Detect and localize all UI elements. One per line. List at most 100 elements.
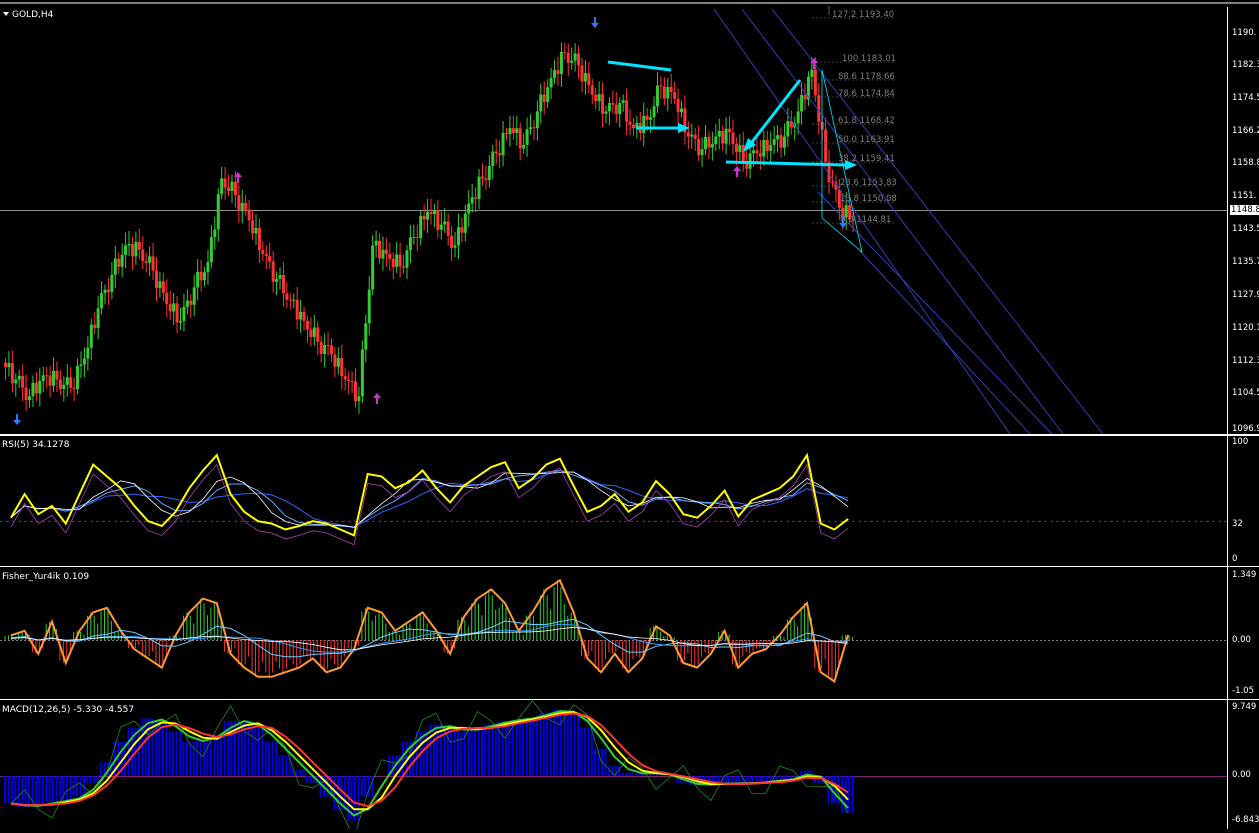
candle-body	[206, 262, 210, 273]
candle-body	[621, 100, 625, 104]
candle-body	[515, 128, 519, 134]
candle-body	[278, 275, 282, 279]
candle-body	[443, 221, 447, 225]
candle-body	[93, 324, 97, 328]
candle-body	[419, 215, 423, 239]
candle-body	[295, 299, 299, 320]
fib-level-label: 38.2 1159.41	[838, 154, 895, 164]
candle-body	[470, 197, 474, 204]
rsi-axis-level: 32	[1232, 519, 1243, 529]
fractal-down-arrow-icon	[373, 393, 381, 404]
candle-body	[285, 293, 289, 300]
candle-body	[480, 176, 484, 179]
cyan-line-top	[607, 60, 672, 72]
candle-body	[601, 94, 605, 114]
candle-body	[590, 85, 594, 95]
candle-body	[439, 224, 443, 230]
candle-body	[535, 111, 539, 129]
candle-body	[721, 130, 725, 144]
dropdown-triangle-icon[interactable]	[3, 12, 9, 16]
candle-body	[151, 256, 155, 271]
candle-body	[319, 341, 323, 355]
candle-body	[192, 287, 196, 305]
candle-body	[662, 86, 666, 99]
candle-body	[240, 203, 244, 211]
candle-body	[134, 242, 138, 257]
channel-line	[817, 191, 1053, 435]
candle-body	[367, 289, 371, 324]
candle-body	[467, 203, 471, 214]
candle-body	[659, 85, 663, 87]
candle-body	[257, 227, 261, 250]
candle-body	[179, 320, 183, 323]
candle-body	[82, 358, 86, 365]
candle-body	[625, 100, 629, 122]
candle-body	[161, 281, 165, 293]
candle-body	[130, 244, 134, 257]
candle-body	[329, 345, 333, 355]
candle-body	[323, 344, 327, 355]
candle-body	[412, 237, 416, 239]
candle-body	[810, 69, 814, 77]
candle-body	[41, 375, 45, 382]
candle-body	[103, 289, 107, 294]
candle-body	[450, 235, 454, 248]
price-axis-tick: 1127.9	[1232, 290, 1259, 300]
candle-body	[673, 92, 677, 99]
candle-body	[556, 70, 560, 74]
macd-envelope	[10, 700, 849, 833]
candle-body	[309, 329, 313, 337]
candle-body	[446, 221, 450, 236]
candle-body	[487, 165, 491, 181]
candle-body	[549, 77, 553, 88]
candle-body	[343, 376, 347, 380]
candle-body	[426, 211, 430, 220]
fractal-up-arrow-icon	[13, 414, 21, 425]
candle-body	[312, 327, 316, 337]
candle-body	[542, 94, 546, 102]
fib-level-label: 88.6 1178.66	[838, 72, 895, 82]
candle-body	[679, 108, 683, 113]
candle-body	[213, 229, 217, 238]
pane-frames	[0, 2, 1259, 829]
candle-body	[299, 311, 303, 320]
candle-body	[247, 209, 251, 221]
candle-body	[604, 111, 608, 114]
candle-body	[559, 51, 563, 74]
candle-body	[89, 324, 93, 348]
price-axis-tick: 1174.5	[1232, 93, 1259, 103]
candle-body	[357, 396, 361, 402]
candle-body	[185, 300, 189, 307]
candle-body	[594, 94, 598, 102]
candle-body	[182, 306, 186, 321]
candle-body	[690, 134, 694, 137]
symbol-title[interactable]: GOLD,H4	[3, 10, 53, 21]
price-axis-tick: 1135.7	[1232, 257, 1259, 267]
candle-body	[62, 384, 66, 389]
price-axis-tick: 1166.2	[1232, 126, 1259, 136]
fib-level-label: 61.8 1168.42	[838, 116, 895, 126]
candle-body	[100, 293, 104, 309]
candle-body	[642, 115, 646, 134]
candle-body	[360, 349, 364, 397]
candle-body	[734, 143, 738, 152]
channel-line	[741, 8, 1064, 435]
candle-body	[216, 194, 220, 230]
candle-body	[72, 387, 76, 390]
price-axis-tick: 1096.9	[1232, 424, 1259, 434]
candle-body	[707, 136, 711, 148]
candle-body	[354, 381, 358, 402]
candle-body	[782, 136, 786, 148]
candle-body	[175, 303, 179, 323]
candle-body	[786, 121, 790, 137]
chart-window[interactable]: GOLD,H4 RSI(5) 34.1278 Fisher_Yur4ik 0.1…	[0, 0, 1259, 833]
chart-canvas[interactable]	[0, 0, 1259, 833]
rsi-axis-top: 100	[1232, 437, 1249, 447]
fractal-up-arrow-icon	[591, 17, 599, 28]
candle-body	[436, 210, 440, 230]
candle-body	[714, 136, 718, 145]
candle-body	[474, 197, 478, 199]
candle-body	[148, 256, 152, 263]
candle-body	[52, 370, 56, 386]
candle-body	[316, 327, 320, 342]
